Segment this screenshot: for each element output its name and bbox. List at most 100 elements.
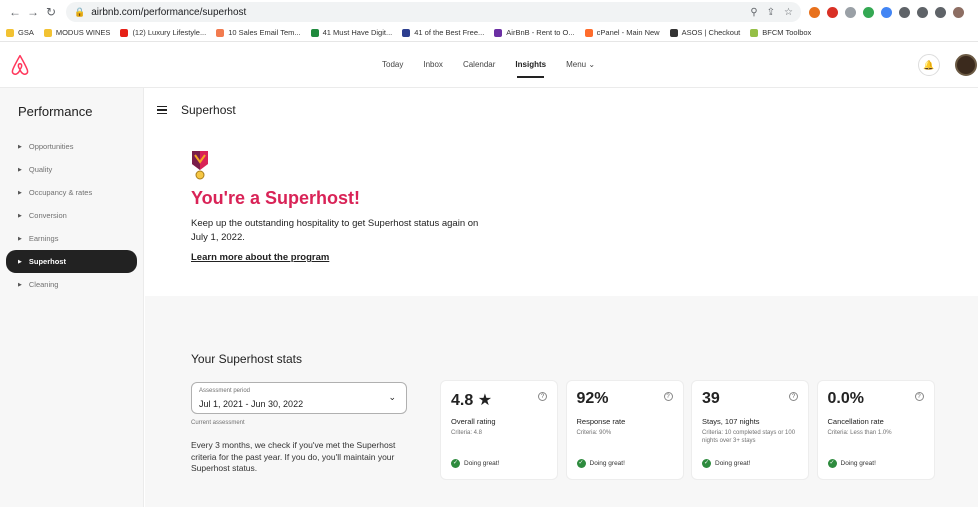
sidebar-item-occupancy[interactable]: ▶ Occupancy & rates [0, 181, 143, 204]
bookmark-item[interactable]: 10 Sales Email Tem... [216, 28, 301, 37]
bookmark-label: 41 of the Best Free... [414, 28, 485, 37]
status-badge: ✓ Doing great! [451, 459, 499, 468]
extension-icon[interactable] [881, 6, 892, 18]
superhost-stats-section: Your Superhost stats Assessment period J… [145, 296, 978, 507]
assessment-period-label: Assessment period [199, 388, 251, 394]
bookmark-item[interactable]: 41 Must Have Digit... [310, 28, 392, 37]
bookmark-icon [584, 28, 593, 37]
sidepanel-icon[interactable] [935, 6, 946, 18]
extension-icon[interactable] [827, 6, 838, 18]
main-header: Superhost [157, 103, 236, 117]
bookmark-item[interactable]: (12) Luxury Lifestyle... [120, 28, 206, 37]
sidebar-title: Performance [18, 104, 93, 119]
notifications-bell-icon[interactable]: 🔔 [918, 54, 940, 76]
superhost-badge-icon [192, 151, 208, 180]
status-label: Doing great! [715, 460, 751, 467]
bookmark-item[interactable]: cPanel - Main New [584, 28, 660, 37]
sidebar-item-opportunities[interactable]: ▶ Opportunities [0, 135, 143, 158]
sidebar-item-earnings[interactable]: ▶ Earnings [0, 227, 143, 250]
stat-card: 39? Stays, 107 nights Criteria: 10 complet… [692, 381, 808, 479]
browser-toolbar: ← → ↻ 🔒 airbnb.com/performance/superhost… [0, 0, 978, 24]
stat-value: 4.8 ★ [451, 392, 493, 409]
menu-icon[interactable] [157, 104, 167, 117]
sidebar-list: ▶ Opportunities ▶ Quality ▶ Occupancy & rates… [0, 135, 143, 296]
bookmark-item[interactable]: BFCM Toolbox [750, 28, 811, 37]
sidebar-item-label: Earnings [28, 234, 59, 243]
stat-criteria: Criteria: 10 completed stays or 100 nigh… [702, 430, 796, 444]
caret-right-icon: ▶ [18, 235, 22, 242]
zoom-icon[interactable]: ⚲ [750, 7, 757, 18]
puzzle-icon[interactable] [899, 6, 910, 18]
extensions-bar [809, 6, 964, 18]
extension-icon[interactable] [809, 6, 820, 18]
caret-right-icon: ▶ [18, 143, 22, 150]
info-icon[interactable]: ? [789, 392, 798, 401]
sidebar-item-label: Conversion [28, 211, 67, 220]
bookmark-item[interactable]: MODUS WINES [43, 28, 111, 37]
bookmark-label: (12) Luxury Lifestyle... [132, 28, 207, 37]
nav-item-inbox[interactable]: Inbox [413, 42, 453, 88]
bookmark-item[interactable]: GSA [6, 28, 34, 37]
bookmark-label: MODUS WINES [55, 28, 111, 37]
stat-name: Overall rating [451, 417, 496, 426]
bookmark-label: BFCM Toolbox [762, 28, 812, 37]
bookmark-star-icon[interactable]: ☆ [784, 7, 793, 18]
sidebar-item-quality[interactable]: ▶ Quality [0, 158, 143, 181]
forward-icon[interactable]: → [24, 5, 42, 19]
extension-icon[interactable] [845, 6, 856, 18]
back-icon[interactable]: ← [6, 5, 24, 19]
extension-icon[interactable] [863, 6, 874, 18]
sidebar-item-superhost[interactable]: ▶ Superhost [6, 250, 137, 273]
bookmark-icon [216, 28, 225, 37]
assessment-period-select[interactable]: Assessment period Jul 1, 2021 - Jun 30, … [191, 382, 407, 414]
bookmark-item[interactable]: ASOS | Checkout [669, 28, 740, 37]
bookmark-icon [494, 28, 503, 37]
info-icon[interactable]: ? [914, 392, 924, 401]
caret-right-icon: ▶ [18, 212, 22, 219]
caret-right-icon: ▶ [18, 281, 22, 288]
bookmark-icon [43, 28, 52, 37]
stat-card: 0.0%? Cancellation rate Criteria: Less tha… [817, 381, 934, 479]
checkmark-icon: ✓ [576, 459, 586, 468]
bookmark-item[interactable]: 41 of the Best Free... [402, 28, 484, 37]
caret-right-icon: ▶ [18, 258, 22, 265]
sidebar-item-cleaning[interactable]: ▶ Cleaning [0, 273, 143, 296]
performance-sidebar: Performance ▶ Opportunities ▶ Quality ▶ Occup… [0, 88, 144, 507]
bookmark-icon [402, 28, 411, 37]
learn-more-link[interactable]: Learn more about the program [191, 252, 329, 263]
profile-avatar[interactable] [953, 6, 964, 18]
nav-item-insights[interactable]: Insights [505, 42, 556, 88]
sidebar-item-label: Cleaning [28, 280, 59, 289]
address-bar[interactable]: 🔒 airbnb.com/performance/superhost ⚲ ⇪ ☆ [66, 2, 801, 22]
bookmark-icon [310, 28, 319, 37]
stats-heading: Your Superhost stats [191, 352, 302, 366]
stat-criteria: Criteria: 4.8 [451, 430, 483, 436]
status-label: Doing great! [464, 460, 500, 467]
checkmark-icon: ✓ [827, 459, 837, 468]
info-icon[interactable]: ? [663, 392, 673, 401]
checkmark-icon: ✓ [451, 459, 460, 468]
sidebar-item-conversion[interactable]: ▶ Conversion [0, 204, 143, 227]
bookmark-label: GSA [18, 28, 34, 37]
share-icon[interactable]: ⇪ [767, 7, 775, 18]
sidebar-item-label: Opportunities [28, 142, 74, 151]
info-icon[interactable]: ? [538, 392, 547, 401]
bookmark-label: cPanel - Main New [596, 28, 660, 37]
chevron-down-icon: ⌄ [388, 392, 396, 402]
airbnb-logo-icon[interactable] [10, 54, 30, 76]
bookmark-icon [669, 28, 678, 37]
lock-icon[interactable]: 🔒 [74, 7, 85, 18]
bookmark-item[interactable]: AirBnB - Rent to O... [494, 28, 575, 37]
checkmark-icon: ✓ [702, 459, 711, 468]
sidebar-item-label: Quality [28, 165, 53, 174]
top-navigation: Today Inbox Calendar Insights Menu ⌄ [372, 42, 605, 88]
stat-value: 39 [702, 390, 720, 407]
nav-item-today[interactable]: Today [372, 42, 413, 88]
nav-item-calendar[interactable]: Calendar [453, 42, 505, 88]
assessment-period-value: Jul 1, 2021 - Jun 30, 2022 [199, 399, 304, 409]
user-avatar[interactable] [955, 54, 977, 76]
stat-criteria: Criteria: Less than 1.0% [827, 430, 892, 436]
reload-icon[interactable]: ↻ [42, 5, 60, 19]
media-icon[interactable] [917, 6, 928, 18]
nav-item-menu[interactable]: Menu ⌄ [556, 42, 605, 88]
